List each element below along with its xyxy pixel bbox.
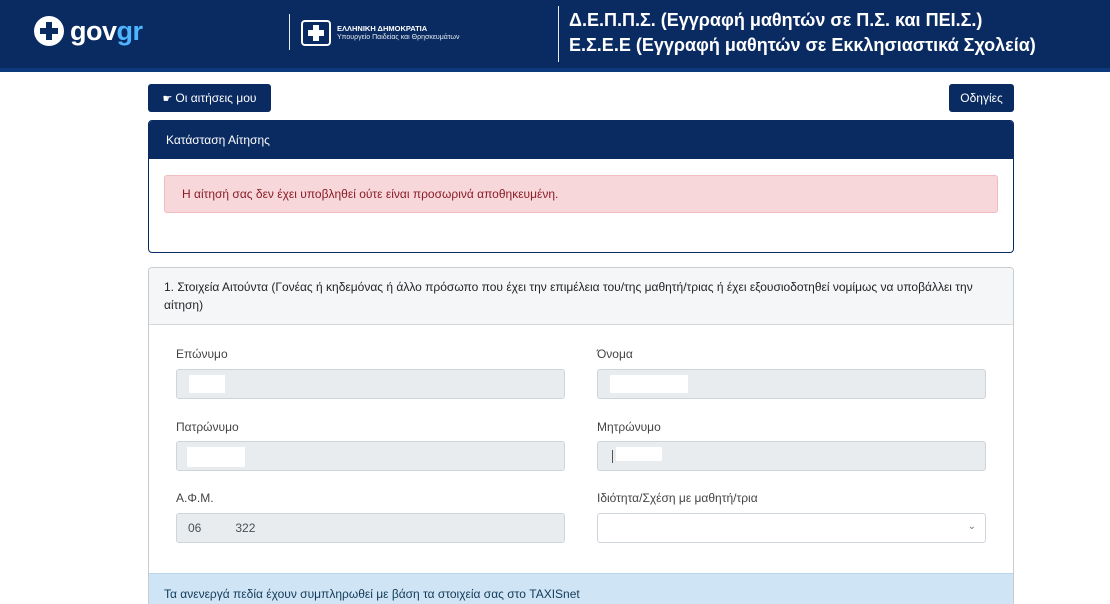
header-divider <box>558 6 559 62</box>
redacted-block <box>189 375 225 393</box>
applicant-details-card: 1. Στοιχεία Αιτούντα (Γονέας ή κηδεμόνας… <box>148 267 1014 604</box>
taxisnet-info-notice: Τα ανενεργά πεδία έχουν συμπληρωθεί με β… <box>149 573 1013 604</box>
govgr-logo[interactable]: govgr <box>34 16 143 46</box>
father-name-label: Πατρώνυμο <box>176 420 239 434</box>
first-name-label: Όνομα <box>597 347 633 361</box>
text-cursor <box>612 450 613 463</box>
mother-name-field[interactable] <box>597 441 986 471</box>
hellenic-emblem-icon <box>301 20 331 46</box>
first-name-field[interactable] <box>597 369 986 399</box>
help-label: Οδηγίες <box>960 91 1003 105</box>
title-line2: Ε.Σ.Ε.Ε (Εγγραφή μαθητών σε Εκκλησιαστικ… <box>569 35 1036 55</box>
applicant-card-header: 1. Στοιχεία Αιτούντα (Γονέας ή κηδεμόνας… <box>149 268 1013 325</box>
brand-accent: gr <box>116 16 144 46</box>
header-accent-bar <box>0 68 1110 72</box>
title-line1: Δ.Ε.Π.Π.Σ. (Εγγραφή μαθητών σε Π.Σ. και … <box>569 10 983 30</box>
ministry-line1: ΕΛΛΗΝΙΚΗ ΔΗΜΟΚΡΑΤΙΑ <box>337 24 428 33</box>
mother-name-label: Μητρώνυμο <box>597 420 661 434</box>
govgr-seal-icon <box>34 16 64 46</box>
brand-main: gov <box>70 16 117 46</box>
my-applications-label: Οι αιτήσεις μου <box>175 91 257 105</box>
father-name-field[interactable] <box>176 441 565 471</box>
redacted-block <box>616 447 662 461</box>
ministry-logo: ΕΛΛΗΝΙΚΗ ΔΗΜΟΚΡΑΤΙΑ Υπουργείο Παιδείας κ… <box>301 20 459 46</box>
status-card-header: Κατάσταση Αίτησης <box>149 121 1013 159</box>
redacted-block <box>187 447 245 467</box>
application-status-card: Κατάσταση Αίτησης Η αίτησή σας δεν έχει … <box>148 120 1014 253</box>
chevron-down-icon: ⌄ <box>967 521 976 532</box>
afm-value-suffix: 322 <box>235 521 256 535</box>
afm-label: Α.Φ.Μ. <box>176 491 214 505</box>
my-applications-button[interactable]: ☛ Οι αιτήσεις μου <box>148 84 271 112</box>
afm-field[interactable]: 06 322 <box>176 513 565 543</box>
relation-label: Ιδιότητα/Σχέση με μαθητή/τρια <box>597 491 758 505</box>
hand-pointing-icon: ☛ <box>162 92 173 105</box>
surname-label: Επώνυμο <box>176 347 228 361</box>
surname-field[interactable] <box>176 369 565 399</box>
help-button[interactable]: Οδηγίες <box>949 84 1014 112</box>
status-alert: Η αίτησή σας δεν έχει υποβληθεί ούτε είν… <box>164 175 998 213</box>
header-divider <box>289 14 290 50</box>
ministry-line2: Υπουργείο Παιδείας και Θρησκευμάτων <box>337 34 460 41</box>
redacted-block <box>610 375 688 393</box>
relation-select[interactable]: ⌄ <box>597 513 986 543</box>
afm-value-prefix: 06 <box>188 521 202 535</box>
site-header: govgr ΕΛΛΗΝΙΚΗ ΔΗΜΟΚΡΑΤΙΑ Υπουργείο Παιδ… <box>0 0 1110 68</box>
page-title: Δ.Ε.Π.Π.Σ. (Εγγραφή μαθητών σε Π.Σ. και … <box>569 8 1036 58</box>
